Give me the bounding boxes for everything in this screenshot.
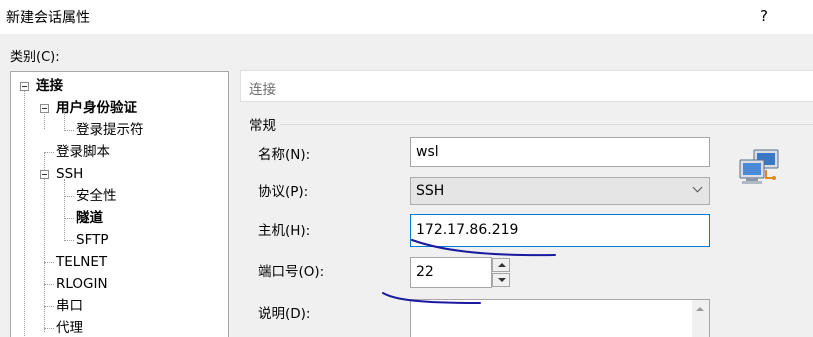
description-label: 说明(D): xyxy=(258,306,311,322)
tree-item-proxy[interactable]: 代理 xyxy=(56,318,83,337)
tree-line xyxy=(64,179,65,239)
tree-line xyxy=(44,262,54,263)
tree-line xyxy=(64,196,74,197)
group-divider xyxy=(280,124,813,125)
spin-up-button[interactable] xyxy=(492,258,510,272)
section-header-text: 连接 xyxy=(249,82,276,98)
description-field[interactable] xyxy=(410,299,710,337)
spin-down-button[interactable] xyxy=(492,273,510,287)
scrollbar[interactable] xyxy=(692,300,709,337)
tree-item-user-auth[interactable]: 用户身份验证 xyxy=(56,98,137,118)
protocol-label: 协议(P): xyxy=(258,184,309,200)
tree-line xyxy=(24,87,25,337)
collapse-icon[interactable] xyxy=(40,104,49,113)
tree-line xyxy=(44,284,54,285)
tree-line xyxy=(64,130,74,131)
category-label: 类别(C): xyxy=(10,50,60,65)
collapse-icon[interactable] xyxy=(40,170,49,179)
scroll-up-icon xyxy=(696,307,704,311)
tree-line xyxy=(64,218,74,219)
window-title: 新建会话属性 xyxy=(6,10,90,26)
protocol-value: SSH xyxy=(416,183,445,199)
arrow-up-icon xyxy=(498,263,506,267)
tree-item-serial[interactable]: 串口 xyxy=(56,296,83,316)
title-bar: 新建会话属性 ? xyxy=(0,0,813,34)
tree-item-ssh[interactable]: SSH xyxy=(56,164,83,184)
tree-item-telnet[interactable]: TELNET xyxy=(56,252,107,272)
protocol-select[interactable]: SSH xyxy=(410,177,710,205)
network-computers-icon xyxy=(739,149,779,184)
tree-line xyxy=(44,328,54,329)
port-field[interactable]: 22 xyxy=(410,257,492,288)
port-spinner xyxy=(492,258,510,287)
collapse-icon[interactable] xyxy=(20,82,29,91)
category-tree[interactable]: 连接 用户身份验证 登录提示符 登录脚本 SSH 安全性 隧道 SFTP TEL… xyxy=(10,71,229,337)
chevron-down-icon xyxy=(692,182,703,193)
tree-line xyxy=(64,240,74,241)
name-field[interactable]: wsl xyxy=(410,137,710,167)
port-label: 端口号(O): xyxy=(258,264,325,280)
arrow-down-icon xyxy=(498,278,506,282)
host-field[interactable]: 172.17.86.219 xyxy=(410,214,710,247)
tree-item-tunneling[interactable]: 隧道 xyxy=(76,208,103,228)
help-button[interactable]: ? xyxy=(756,5,772,27)
tree-item-sftp[interactable]: SFTP xyxy=(76,230,108,250)
name-label: 名称(N): xyxy=(258,147,311,163)
tree-line xyxy=(44,152,45,332)
tree-item-login-script[interactable]: 登录脚本 xyxy=(56,142,110,162)
tree-item-rlogin[interactable]: RLOGIN xyxy=(56,274,108,294)
section-header: 连接 xyxy=(240,70,813,102)
tree-item-security[interactable]: 安全性 xyxy=(76,186,117,206)
host-label: 主机(H): xyxy=(258,223,311,239)
group-title: 常规 xyxy=(249,118,276,134)
tree-item-connection[interactable]: 连接 xyxy=(36,76,63,96)
tree-item-login-prompts[interactable]: 登录提示符 xyxy=(76,120,144,140)
tree-line xyxy=(44,306,54,307)
tree-line xyxy=(44,152,54,153)
